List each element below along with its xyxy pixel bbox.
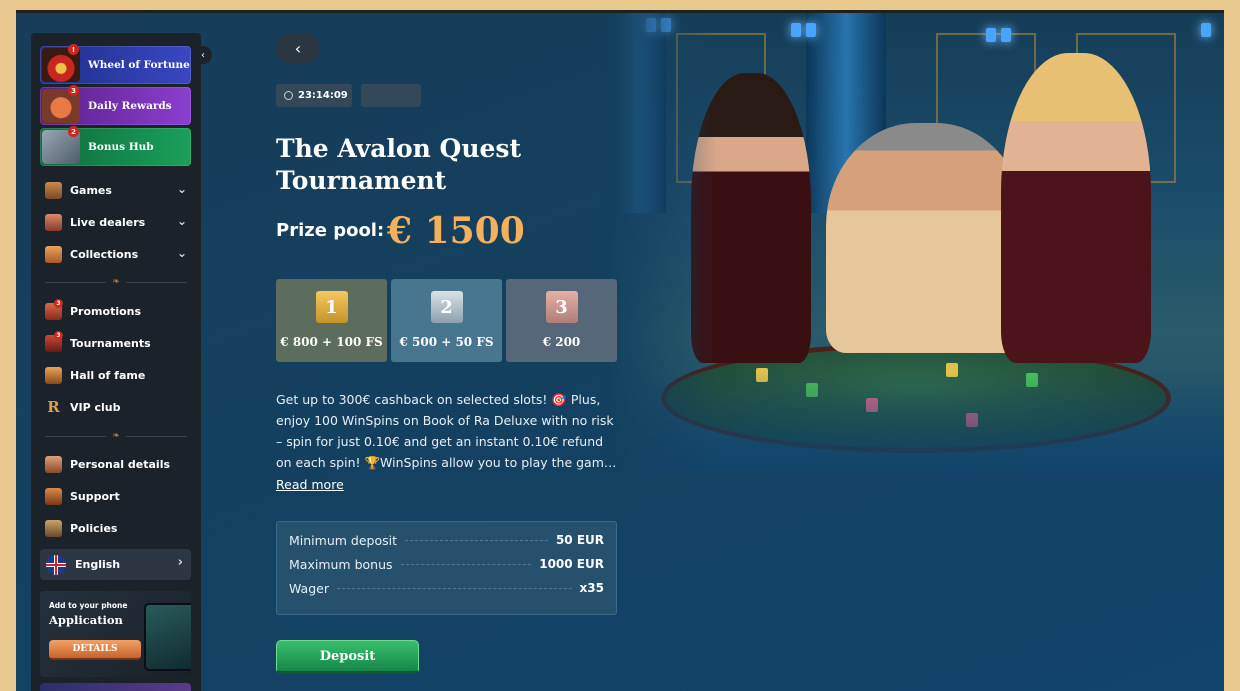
tournament-timer: 23:14:09 bbox=[276, 84, 352, 107]
collapse-sidebar-button[interactable]: ‹ bbox=[194, 46, 212, 64]
sidebar-item-promotions[interactable]: 3 Promotions bbox=[45, 298, 191, 322]
chevron-left-icon: ‹ bbox=[294, 38, 302, 58]
sidebar-item-tournaments[interactable]: 3 Tournaments bbox=[45, 330, 191, 354]
prize-pool-value: € 1500 bbox=[387, 210, 525, 252]
terms-value: 50 EUR bbox=[555, 533, 604, 547]
place-prize: € 200 bbox=[542, 335, 581, 349]
featured-label: Daily Rewards bbox=[88, 100, 172, 112]
featured-label: Bonus Hub bbox=[88, 141, 154, 153]
chevron-left-icon: ‹ bbox=[201, 49, 205, 61]
notification-badge: ! bbox=[68, 44, 79, 55]
sidebar-item-hall-of-fame[interactable]: Hall of fame bbox=[45, 364, 191, 386]
trophy-icon: 3 bbox=[45, 330, 63, 352]
chevron-down-icon: ⌄ bbox=[176, 182, 187, 196]
vip-crown-icon: R bbox=[47, 397, 60, 416]
dotted-leader bbox=[400, 563, 532, 565]
user-icon bbox=[45, 455, 62, 473]
document-icon bbox=[45, 519, 62, 537]
sidebar-item-live-dealers[interactable]: Live dealers ⌄ bbox=[45, 211, 191, 233]
sidebar-item-label: Games bbox=[70, 183, 112, 197]
sidebar-item-collections[interactable]: Collections ⌄ bbox=[45, 243, 191, 265]
slot-machine-icon bbox=[45, 181, 62, 199]
sidebar-item-vip-club[interactable]: R VIP club bbox=[45, 396, 191, 418]
timer-value: 23:14:09 bbox=[298, 90, 348, 101]
featured-label: Wheel of Fortune bbox=[88, 59, 190, 71]
ornament-icon: ❧ bbox=[112, 277, 120, 287]
uk-flag-icon bbox=[46, 554, 66, 575]
hero-fade-overlay bbox=[606, 13, 1224, 473]
tournament-hero-image bbox=[606, 13, 1224, 473]
place-number: 3 bbox=[545, 291, 578, 323]
place-card-2: 2 € 500 + 50 FS bbox=[391, 279, 502, 362]
podium-icon bbox=[45, 366, 62, 384]
menu-divider: ❧ bbox=[45, 431, 187, 441]
sidebar-item-label: Live dealers bbox=[70, 215, 146, 229]
sidebar-item-label: Tournaments bbox=[70, 336, 151, 350]
terms-value: x35 bbox=[579, 581, 604, 595]
bonus-hub-button[interactable]: 2 Bonus Hub bbox=[40, 126, 191, 166]
deposit-button[interactable]: Deposit bbox=[276, 640, 419, 674]
page-title: The Avalon Quest Tournament bbox=[276, 134, 522, 195]
terms-label: Maximum bonus bbox=[289, 556, 393, 572]
sidebar-next-banner bbox=[40, 683, 191, 691]
ornament-icon: ❧ bbox=[112, 431, 120, 441]
dotted-leader bbox=[405, 539, 548, 541]
notification-badge: 2 bbox=[68, 126, 79, 137]
sidebar-item-label: Promotions bbox=[70, 304, 142, 318]
phone-image bbox=[144, 603, 191, 671]
sidebar-item-label: Policies bbox=[70, 521, 118, 535]
app-details-button[interactable]: DETAILS bbox=[49, 640, 141, 660]
chevron-right-icon: › bbox=[177, 555, 183, 570]
sidebar-item-label: Support bbox=[70, 489, 120, 503]
terms-value: 1000 EUR bbox=[539, 557, 604, 571]
tournament-description: Get up to 300€ cashback on selected slot… bbox=[276, 392, 614, 470]
daily-rewards-button[interactable]: 3 Daily Rewards bbox=[40, 85, 191, 125]
place-number: 2 bbox=[430, 291, 463, 323]
sidebar-item-label: VIP club bbox=[70, 400, 121, 414]
sidebar-item-support[interactable]: Support bbox=[45, 485, 191, 507]
chevron-down-icon: ⌄ bbox=[176, 246, 187, 260]
language-label: English bbox=[75, 558, 121, 571]
terms-row: Minimum deposit 50 EUR bbox=[289, 528, 604, 552]
place-prize: € 500 + 50 FS bbox=[399, 335, 494, 349]
place-prize: € 800 + 100 FS bbox=[280, 335, 383, 349]
terms-row: Wager x35 bbox=[289, 576, 604, 600]
wheel-of-fortune-button[interactable]: ! Wheel of Fortune bbox=[40, 44, 191, 84]
terms-label: Wager bbox=[289, 580, 329, 596]
sidebar-item-games[interactable]: Games ⌄ bbox=[45, 179, 191, 201]
sidebar-item-label: Collections bbox=[70, 247, 139, 261]
notification-badge: 3 bbox=[54, 330, 63, 340]
sidebar-item-label: Personal details bbox=[70, 457, 171, 471]
terms-label: Minimum deposit bbox=[289, 532, 397, 548]
dotted-leader bbox=[336, 587, 572, 589]
notification-badge: 3 bbox=[68, 85, 79, 96]
terms-row: Maximum bonus 1000 EUR bbox=[289, 552, 604, 576]
prize-pool-label: Prize pool: bbox=[276, 220, 385, 241]
gift-icon: 3 bbox=[45, 298, 63, 320]
sidebar-item-policies[interactable]: Policies bbox=[45, 517, 191, 539]
tournament-tag bbox=[361, 84, 421, 107]
terms-box: Minimum deposit 50 EUR Maximum bonus 100… bbox=[276, 521, 617, 615]
sidebar-item-personal-details[interactable]: Personal details bbox=[45, 453, 191, 475]
support-icon bbox=[45, 487, 62, 505]
sidebar: ! Wheel of Fortune 3 Daily Rewards 2 Bon… bbox=[31, 33, 201, 691]
dealer-icon bbox=[45, 213, 62, 231]
chevron-down-icon: ⌄ bbox=[176, 214, 187, 228]
language-selector[interactable]: English › bbox=[40, 549, 191, 580]
menu-divider: ❧ bbox=[45, 277, 187, 287]
place-card-3: 3 € 200 bbox=[506, 279, 617, 362]
cards-icon bbox=[45, 245, 62, 263]
notification-badge: 3 bbox=[54, 298, 63, 308]
app-promo-subtitle: Add to your phone bbox=[49, 601, 128, 610]
app-promo-title: Application bbox=[49, 613, 123, 627]
read-more-link[interactable]: Read more bbox=[276, 477, 344, 492]
prize-places: 1 € 800 + 100 FS 2 € 500 + 50 FS 3 € 200 bbox=[276, 279, 617, 362]
place-number: 1 bbox=[315, 291, 348, 323]
app-frame: ! Wheel of Fortune 3 Daily Rewards 2 Bon… bbox=[16, 10, 1224, 691]
app-promo-banner: Add to your phone Application DETAILS bbox=[40, 591, 191, 677]
place-card-1: 1 € 800 + 100 FS bbox=[276, 279, 387, 362]
clock-icon bbox=[284, 91, 293, 100]
sidebar-item-label: Hall of fame bbox=[70, 368, 146, 382]
back-button[interactable]: ‹ bbox=[276, 33, 320, 63]
